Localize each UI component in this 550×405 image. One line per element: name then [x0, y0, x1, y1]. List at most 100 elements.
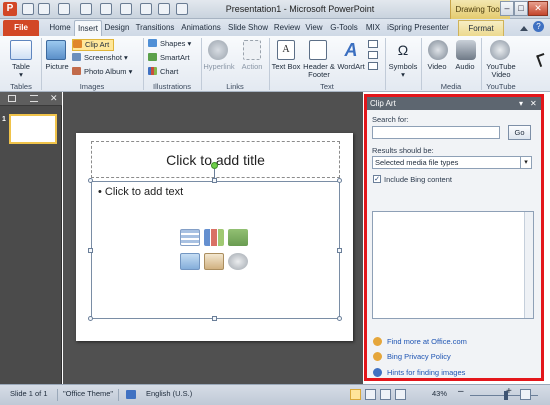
powerpoint-app-icon[interactable]: P [3, 2, 17, 16]
resize-handle-top[interactable] [212, 178, 217, 183]
video-icon[interactable] [428, 40, 448, 60]
results-scrollbar[interactable] [524, 212, 533, 318]
find-more-link[interactable]: Find more at Office.com [387, 337, 467, 346]
include-bing-checkbox[interactable]: ✓ [373, 175, 381, 183]
tab-g-tools[interactable]: G-Tools [326, 20, 362, 36]
smartart-button[interactable]: SmartArt [148, 53, 198, 63]
chevron-down-icon[interactable]: ▾ [397, 71, 409, 79]
tab-design[interactable]: Design [102, 20, 132, 36]
tab-format[interactable]: Format [458, 20, 504, 36]
minimize-ribbon-icon[interactable] [520, 23, 528, 31]
video-button[interactable]: Video [422, 63, 452, 71]
insert-smartart-icon[interactable] [228, 229, 248, 246]
tab-insert[interactable]: Insert [74, 20, 102, 36]
resize-handle-bottom[interactable] [212, 316, 217, 321]
zoom-in-button[interactable]: + [506, 387, 512, 397]
tab-slide-show[interactable]: Slide Show [224, 20, 272, 36]
date-time-icon[interactable] [368, 40, 378, 48]
reading-view-icon[interactable] [380, 389, 391, 400]
insert-chart-icon[interactable] [204, 229, 224, 246]
slide-thumbnail[interactable] [9, 114, 57, 144]
rotate-handle[interactable] [211, 162, 218, 169]
insert-picture-icon[interactable] [180, 253, 200, 270]
clip-art-button[interactable]: Clip Art [72, 39, 114, 51]
zoom-out-button[interactable]: – [458, 387, 464, 397]
youtube-icon[interactable] [490, 40, 510, 60]
play-icon[interactable] [158, 3, 170, 15]
resize-handle-bottom-left[interactable] [88, 316, 93, 321]
bing-privacy-link[interactable]: Bing Privacy Policy [387, 352, 451, 361]
audio-button[interactable]: Audio [450, 63, 480, 71]
grid-icon[interactable] [38, 3, 50, 15]
go-button[interactable]: Go [508, 125, 531, 140]
shapes-button[interactable]: Shapes ▾ [148, 39, 198, 49]
tab-file[interactable]: File [3, 20, 39, 36]
save-icon[interactable] [22, 3, 34, 15]
redo-icon[interactable] [120, 3, 132, 15]
close-button[interactable]: ✕ [528, 1, 548, 16]
text-box-button[interactable]: Text Box [270, 63, 302, 71]
hints-link[interactable]: Hints for finding images [387, 368, 465, 377]
refresh-icon[interactable] [140, 3, 152, 15]
fit-slide-icon[interactable] [520, 389, 531, 400]
tab-view[interactable]: View [302, 20, 326, 36]
undo-icon[interactable] [100, 3, 112, 15]
screenshot-button[interactable]: Screenshot ▾ [72, 53, 140, 63]
tab-animations[interactable]: Animations [178, 20, 224, 36]
title-placeholder[interactable]: Click to add title [91, 141, 340, 178]
tab-mix[interactable]: MIX [362, 20, 384, 36]
results-area[interactable] [372, 211, 534, 319]
minimize-button[interactable]: – [500, 1, 514, 16]
zoom-level[interactable]: 43% [432, 389, 447, 399]
new-slide-icon[interactable] [58, 3, 70, 15]
insert-clip-art-icon[interactable] [204, 253, 224, 270]
header-footer-button[interactable]: Header & Footer [302, 63, 336, 79]
tab-ispring-presenter[interactable]: iSpring Presenter 7 [384, 20, 452, 47]
slides-tab-icon[interactable] [8, 95, 16, 102]
chevron-down-icon[interactable]: ▾ [520, 157, 531, 168]
slide-show-icon[interactable] [395, 389, 406, 400]
text-box-icon[interactable]: A [277, 40, 295, 60]
insert-table-icon[interactable] [180, 229, 200, 246]
table-icon[interactable] [10, 40, 32, 60]
chart-button[interactable]: Chart [148, 67, 198, 77]
photo-album-button[interactable]: Photo Album ▾ [72, 67, 140, 77]
content-placeholder[interactable]: • Click to add text [91, 181, 340, 319]
picture-button[interactable]: Picture [42, 63, 72, 71]
search-input[interactable] [372, 126, 500, 139]
resize-handle-top-left[interactable] [88, 178, 93, 183]
tab-home[interactable]: Home [46, 20, 74, 36]
insert-media-icon[interactable] [228, 253, 248, 270]
chevron-down-icon[interactable]: ▾ [15, 71, 27, 79]
theme-name[interactable]: "Office Theme" [63, 389, 113, 399]
resize-handle-bottom-right[interactable] [337, 316, 342, 321]
help-icon[interactable]: ? [533, 21, 544, 32]
resize-handle-left[interactable] [88, 248, 93, 253]
outline-tab-icon[interactable] [30, 95, 38, 102]
customize-quick-access-icon[interactable] [176, 3, 188, 15]
spelling-check-icon[interactable] [126, 390, 136, 399]
picture-icon[interactable] [46, 40, 66, 60]
language[interactable]: English (U.S.) [146, 389, 192, 399]
youtube-video-button[interactable]: YouTube Video [482, 63, 520, 79]
close-panel-icon[interactable]: ✕ [50, 93, 58, 104]
header-footer-icon[interactable] [309, 40, 327, 60]
resize-handle-right[interactable] [337, 248, 342, 253]
tab-review[interactable]: Review [272, 20, 302, 36]
pane-close-icon[interactable]: ✕ [530, 97, 537, 110]
audio-icon[interactable] [456, 40, 476, 60]
tab-transitions[interactable]: Transitions [132, 20, 178, 36]
normal-view-icon[interactable] [350, 389, 361, 400]
start-from-beginning-icon[interactable] [80, 3, 92, 15]
text-extra-icons[interactable] [368, 40, 382, 70]
pane-options-chevron-icon[interactable]: ▾ [519, 97, 523, 110]
resize-handle-top-right[interactable] [337, 178, 342, 183]
omega-icon[interactable]: Ω [393, 40, 413, 60]
maximize-button[interactable]: □ [514, 1, 528, 16]
media-type-select[interactable]: Selected media file types [372, 156, 532, 169]
wordart-icon[interactable]: A [341, 40, 361, 60]
slide-number-icon[interactable] [368, 51, 378, 59]
slide-sorter-icon[interactable] [365, 389, 376, 400]
object-icon[interactable] [368, 62, 378, 70]
wordart-button[interactable]: WordArt [334, 63, 368, 71]
